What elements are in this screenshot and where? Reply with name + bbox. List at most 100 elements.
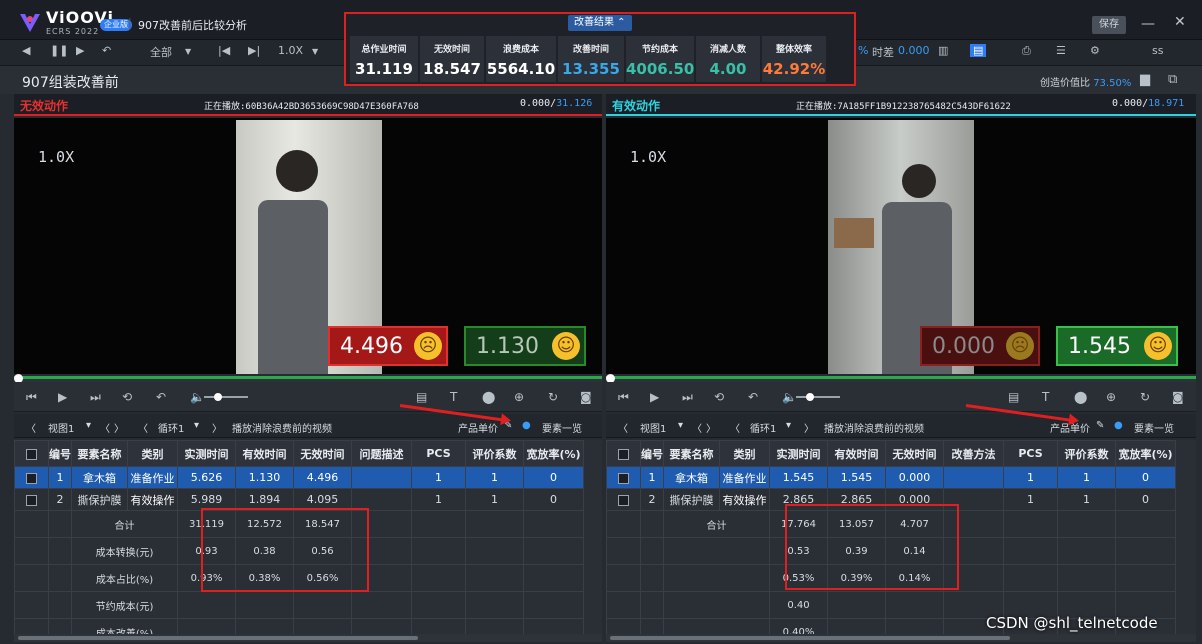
doc-icon[interactable]: ▤ bbox=[416, 390, 427, 404]
scope-select[interactable]: 全部 bbox=[150, 44, 172, 60]
row-checkbox[interactable] bbox=[606, 488, 641, 511]
volume-icon[interactable]: 🔈 bbox=[190, 390, 205, 404]
left-product-price[interactable]: 产品单价 bbox=[458, 420, 498, 435]
right-volume-slider[interactable] bbox=[796, 393, 840, 401]
info-icon[interactable]: ● bbox=[1114, 420, 1123, 431]
summary-empty bbox=[1003, 564, 1058, 592]
loop-icon[interactable]: ⟲ bbox=[122, 390, 132, 404]
summary-empty bbox=[465, 618, 524, 634]
left-scroll-thumb[interactable] bbox=[18, 636, 418, 640]
left-scrollbar[interactable] bbox=[14, 634, 602, 642]
speed-select[interactable]: 1.0X bbox=[278, 44, 303, 57]
right-play-mode[interactable]: 播放消除浪费前的视频 bbox=[824, 420, 924, 435]
pause-icon[interactable]: ❚❚ bbox=[50, 44, 68, 57]
chevron-left-icon[interactable]: 〈 bbox=[692, 420, 702, 435]
info-icon[interactable]: ● bbox=[522, 420, 531, 431]
minimize-button[interactable]: — bbox=[1141, 16, 1155, 32]
refresh-icon[interactable]: ↻ bbox=[548, 390, 558, 404]
layout-split-icon[interactable]: ▥ bbox=[938, 44, 948, 57]
pin-icon[interactable]: ⬤ bbox=[482, 390, 495, 404]
camera-icon[interactable]: ◙ bbox=[1172, 390, 1184, 404]
prev-icon[interactable]: ◀ bbox=[22, 44, 30, 57]
step-forward-icon[interactable]: ⏭ bbox=[682, 390, 693, 405]
column-header: 宽放率(%) bbox=[1115, 440, 1176, 467]
select-all-checkbox[interactable] bbox=[606, 440, 641, 467]
step-back-icon[interactable]: ⏮ bbox=[618, 390, 629, 405]
row-checkbox[interactable] bbox=[14, 466, 49, 489]
folder-icon[interactable]: ▆ bbox=[1140, 72, 1150, 87]
play-icon[interactable]: ▶ bbox=[76, 44, 84, 57]
play-icon[interactable]: ▶ bbox=[650, 390, 659, 404]
summary-label bbox=[663, 564, 770, 592]
chevron-left-icon[interactable]: 〈 bbox=[100, 420, 110, 435]
save-button[interactable]: 保存 bbox=[1092, 16, 1126, 34]
table-row[interactable]: 1 拿木箱 准备作业 5.626 1.130 4.496 1 1 0 bbox=[14, 466, 584, 489]
last-frame-icon[interactable]: ▶| bbox=[248, 44, 260, 57]
row-checkbox[interactable] bbox=[14, 488, 49, 511]
user-name[interactable]: ss bbox=[1152, 44, 1163, 57]
cell-no: 2 bbox=[48, 488, 72, 511]
chevron-right-icon[interactable]: 〉 bbox=[114, 420, 124, 435]
left-element-list[interactable]: 要素一览 bbox=[542, 420, 582, 435]
step-back-icon[interactable]: ⏮ bbox=[26, 390, 37, 405]
summary-empty bbox=[523, 537, 584, 565]
chevron-down-icon[interactable]: ▾ bbox=[86, 420, 91, 431]
undo-icon[interactable]: ↶ bbox=[102, 44, 111, 57]
right-loop-select[interactable]: 循环1 bbox=[750, 420, 776, 435]
select-all-checkbox[interactable] bbox=[14, 440, 49, 467]
chevron-left-icon[interactable]: 〈 bbox=[618, 420, 628, 435]
chevron-right-icon[interactable]: 〉 bbox=[706, 420, 716, 435]
zoom-icon[interactable]: ⊕ bbox=[1106, 390, 1116, 404]
export-icon[interactable]: ⧉ bbox=[1168, 72, 1177, 87]
loop-icon[interactable]: ⟲ bbox=[714, 390, 724, 404]
camera-icon[interactable]: ◙ bbox=[580, 390, 592, 404]
undo-icon[interactable]: ↶ bbox=[156, 390, 166, 404]
right-scrollbar[interactable] bbox=[606, 634, 1196, 642]
gear-icon[interactable]: ⚙ bbox=[1090, 44, 1100, 57]
right-element-list[interactable]: 要素一览 bbox=[1134, 420, 1174, 435]
edit-icon[interactable]: ✎ bbox=[1096, 420, 1104, 431]
chevron-down-icon[interactable]: ▾ bbox=[786, 420, 791, 431]
undo-icon[interactable]: ↶ bbox=[748, 390, 758, 404]
left-play-mode[interactable]: 播放消除浪费前的视频 bbox=[232, 420, 332, 435]
chevron-left-icon[interactable]: 〈 bbox=[26, 420, 36, 435]
result-header[interactable]: 改善结果 ⌃ bbox=[568, 15, 632, 31]
close-button[interactable]: ✕ bbox=[1174, 14, 1186, 30]
chevron-left-icon[interactable]: 〈 bbox=[138, 420, 148, 435]
chevron-down-icon[interactable]: ▼ bbox=[185, 47, 191, 56]
chevron-down-icon[interactable]: ▾ bbox=[678, 420, 683, 431]
chevron-right-icon[interactable]: 〉 bbox=[804, 420, 814, 435]
summary-spacer bbox=[14, 591, 49, 619]
chevron-down-icon[interactable]: ▾ bbox=[194, 420, 199, 431]
right-video[interactable]: 1.0X 0.000 ☹ 1.545 ☺ bbox=[606, 118, 1196, 374]
table-row[interactable]: 1 拿木箱 准备作业 1.545 1.545 0.000 1 1 0 bbox=[606, 466, 1176, 489]
right-speed-overlay: 1.0X bbox=[630, 148, 667, 166]
column-header: 无效时间 bbox=[293, 440, 352, 467]
pin-icon[interactable]: ⬤ bbox=[1074, 390, 1087, 404]
text-icon[interactable]: T bbox=[1042, 390, 1049, 404]
right-view-select[interactable]: 视图1 bbox=[640, 420, 666, 435]
first-frame-icon[interactable]: |◀ bbox=[218, 44, 230, 57]
left-video[interactable]: 1.0X 4.496 ☹ 1.130 ☺ bbox=[14, 118, 602, 374]
column-header: 宽放率(%) bbox=[523, 440, 584, 467]
text-icon[interactable]: T bbox=[450, 390, 457, 404]
step-forward-icon[interactable]: ⏭ bbox=[90, 390, 101, 405]
cell-name: 拿木箱 bbox=[71, 466, 128, 489]
row-checkbox[interactable] bbox=[606, 466, 641, 489]
left-view-select[interactable]: 视图1 bbox=[48, 420, 74, 435]
volume-icon[interactable]: 🔈 bbox=[782, 390, 797, 404]
menu-icon[interactable]: ☰ bbox=[1056, 44, 1066, 57]
chevron-left-icon[interactable]: 〈 bbox=[730, 420, 740, 435]
play-icon[interactable]: ▶ bbox=[58, 390, 67, 404]
chevron-right-icon[interactable]: 〉 bbox=[212, 420, 222, 435]
right-scroll-thumb[interactable] bbox=[610, 636, 1010, 640]
left-volume-slider[interactable] bbox=[204, 393, 248, 401]
chevron-down-icon[interactable]: ▼ bbox=[312, 47, 318, 56]
left-loop-select[interactable]: 循环1 bbox=[158, 420, 184, 435]
print-icon[interactable]: ⎙ bbox=[1022, 44, 1031, 58]
layout-single-icon[interactable]: ▤ bbox=[970, 44, 987, 57]
cell-name: 撕保护膜 bbox=[663, 488, 720, 511]
refresh-icon[interactable]: ↻ bbox=[1140, 390, 1150, 404]
zoom-icon[interactable]: ⊕ bbox=[514, 390, 524, 404]
doc-icon[interactable]: ▤ bbox=[1008, 390, 1019, 404]
